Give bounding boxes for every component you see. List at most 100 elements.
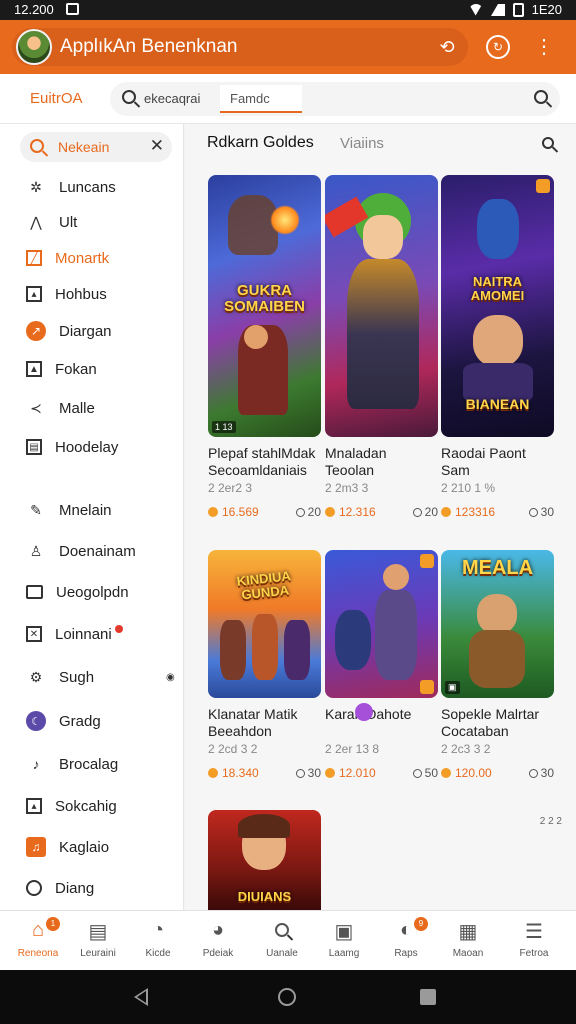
status-bar: 12.200 1E20 bbox=[0, 0, 576, 20]
sidebar-item-luncans[interactable]: ✲ Luncans bbox=[26, 175, 116, 199]
sidebar-item-diargan[interactable]: ↗ Diargan bbox=[26, 319, 112, 343]
game-title: Plepaf stahlMdak Secoamldaniais bbox=[208, 445, 316, 478]
sidebar-item-mnelain[interactable]: ✎ Mnelain bbox=[26, 498, 111, 522]
game-cover: GUKRA SOMAIBEN 1 13 bbox=[208, 175, 321, 437]
game-logo: GUKRA SOMAIBEN bbox=[224, 282, 305, 315]
sidebar: Nekeain ✕ ✲ Luncans ⋀ Ult ╱ Monartk ▴ Hohbus… bbox=[0, 124, 184, 910]
gallery-icon: ▴ bbox=[26, 798, 42, 814]
notification-dot bbox=[114, 625, 123, 633]
game-cover: DIUIANS bbox=[208, 810, 321, 910]
game-title: Klanatar Matik Beeahdon bbox=[208, 706, 298, 739]
game-count: 30 bbox=[528, 766, 554, 780]
nav-raps[interactable]: ◐ 9 Raps bbox=[376, 917, 436, 959]
search-submit-icon[interactable] bbox=[534, 90, 548, 109]
game-count: 50 bbox=[412, 766, 438, 780]
nav-home[interactable]: ⌂ 1 Reneona bbox=[8, 917, 68, 959]
game-card[interactable]: KINDIUA GUNDA Klanatar Matik Beeahdon 2 … bbox=[208, 550, 321, 780]
calendar-icon: ▤ bbox=[26, 439, 42, 455]
game-card[interactable]: NAITRA AMOMEI BIANEAN Raodai Paont Sam 2… bbox=[441, 175, 554, 519]
sidebar-item-hoodelay[interactable]: ▤ Hoodelay bbox=[26, 435, 118, 459]
game-meta: 2 2m3 3 bbox=[325, 481, 369, 495]
game-title: Mnaladan Teoolan bbox=[325, 445, 387, 478]
game-cover: MEALA ▣ bbox=[441, 550, 554, 698]
sidebar-item-fokan[interactable]: ▲ Fokan bbox=[26, 357, 97, 381]
sidebar-item-ueogolpdn[interactable]: Ueogolpdn bbox=[26, 580, 129, 604]
search-filter-chip[interactable]: Famdc bbox=[220, 85, 302, 113]
clock-icon bbox=[528, 768, 538, 778]
sidebar-item-monartk[interactable]: ╱ Monartk bbox=[26, 246, 109, 270]
bookmark-icon[interactable] bbox=[536, 179, 550, 193]
nav-fetroa[interactable]: ☰ Fetroa bbox=[504, 919, 564, 959]
section-tab[interactable]: Viaiins bbox=[340, 135, 384, 152]
nav-leuraini[interactable]: ▤ Leuraini bbox=[68, 919, 128, 959]
sidebar-item-gradg[interactable]: ☾ Gradg bbox=[26, 709, 101, 733]
nav-badge: 9 bbox=[414, 917, 428, 931]
game-price: 18.340 bbox=[208, 766, 259, 780]
corner-meta: 2 2 2 bbox=[539, 816, 562, 827]
game-count: 20 bbox=[295, 505, 321, 519]
main-content: Rdkarn Goldes Viaiins GUKRA SOMAIBEN 1 1… bbox=[185, 124, 576, 910]
search-box[interactable]: ekecaqrai Famdc bbox=[110, 82, 560, 116]
sidebar-item-malle[interactable]: ≺ Malle bbox=[26, 396, 95, 420]
game-card[interactable]: GUKRA SOMAIBEN 1 13 Plepaf stahlMdak Sec… bbox=[208, 175, 321, 519]
nav-pdeiak[interactable]: ◕ Pdeiak bbox=[188, 919, 248, 959]
search-row: EuitrOA ekecaqrai Famdc bbox=[0, 74, 576, 124]
coin-icon bbox=[325, 507, 335, 517]
pencil-icon: ✎ bbox=[30, 501, 42, 518]
nav-maoan[interactable]: ▦ Maoan bbox=[438, 919, 498, 959]
chip-icon: ⚙ bbox=[29, 668, 43, 685]
home-button-icon[interactable] bbox=[278, 988, 296, 1006]
game-meta: 2 2er 13 8 bbox=[325, 742, 380, 756]
game-card[interactable]: Mnaladan Teoolan 2 2m3 3 12.316 20 bbox=[325, 175, 438, 519]
sync-icon[interactable]: ↻ bbox=[486, 35, 510, 59]
search-icon bbox=[252, 919, 312, 945]
notification-icon bbox=[66, 3, 79, 15]
recents-icon[interactable] bbox=[420, 989, 436, 1005]
search-query[interactable]: ekecaqrai bbox=[144, 91, 200, 106]
coin-icon bbox=[325, 768, 335, 778]
sidebar-item-diang[interactable]: Diang bbox=[26, 876, 94, 900]
clock-icon bbox=[295, 507, 305, 517]
nav-kicde[interactable]: ◔ Kicde bbox=[128, 919, 188, 959]
wifi-icon bbox=[468, 3, 483, 16]
sidebar-item-doenainam[interactable]: ♙ Doenainam bbox=[26, 539, 136, 563]
person-icon: ♙ bbox=[29, 542, 43, 559]
sidebar-item-sugh[interactable]: ⚙ Sugh ◉ bbox=[26, 665, 175, 689]
app-avatar[interactable] bbox=[16, 29, 52, 65]
game-cover: NAITRA AMOMEI BIANEAN bbox=[441, 175, 554, 437]
close-icon[interactable]: ✕ bbox=[150, 136, 164, 156]
coin-icon bbox=[441, 768, 451, 778]
share-icon: ≺ bbox=[30, 399, 42, 416]
sidebar-item-ult[interactable]: ⋀ Ult bbox=[26, 210, 77, 234]
nav-laamg[interactable]: ▣ Laamg bbox=[314, 919, 374, 959]
document-icon: ▤ bbox=[88, 921, 108, 943]
sidebar-item-kaglaio[interactable]: ♫ Kaglaio bbox=[26, 835, 109, 859]
sidebar-search[interactable]: Nekeain ✕ bbox=[20, 132, 172, 162]
bookmark-icon[interactable] bbox=[420, 554, 434, 568]
clock-icon bbox=[412, 507, 422, 517]
coin-icon bbox=[208, 507, 218, 517]
game-logo-secondary: BIANEAN bbox=[465, 396, 530, 412]
card-badge: ▣ bbox=[445, 681, 460, 694]
back-icon[interactable] bbox=[134, 988, 148, 1006]
section-search-icon[interactable] bbox=[542, 136, 554, 154]
circle-icon bbox=[26, 880, 42, 896]
sidebar-item-hohbus[interactable]: ▴ Hohbus bbox=[26, 282, 107, 306]
battery-icon bbox=[512, 2, 524, 17]
game-title: Raodai Paont Sam bbox=[441, 445, 526, 478]
nav-uanale[interactable]: Uanale bbox=[252, 919, 312, 959]
game-card[interactable]: DIUIANS bbox=[208, 810, 321, 910]
compass-icon: ◕ bbox=[211, 919, 225, 941]
game-card[interactable]: MEALA ▣ Sopekle Malrtar Cocataban 2 2c3 … bbox=[441, 550, 554, 780]
moon-icon: ☾ bbox=[26, 711, 46, 731]
brand-label[interactable]: EuitrOA bbox=[30, 90, 83, 107]
sidebar-item-brocalag[interactable]: ♪ Brocalag bbox=[26, 752, 119, 776]
game-price: 16.569 bbox=[208, 505, 259, 519]
sidebar-item-sokcahig[interactable]: ▴ Sokcahig bbox=[26, 794, 117, 818]
more-vertical-icon[interactable]: ⋮ bbox=[534, 33, 554, 61]
search-icon bbox=[122, 90, 136, 109]
sidebar-item-loinnani[interactable]: ✕ Loinnani bbox=[26, 622, 123, 646]
refresh-icon[interactable]: ⟲ bbox=[436, 37, 458, 58]
sidebar-search-icon bbox=[30, 139, 44, 153]
game-card[interactable]: Karak Oahote 2 2er 13 8 12.010 50 bbox=[325, 550, 438, 780]
